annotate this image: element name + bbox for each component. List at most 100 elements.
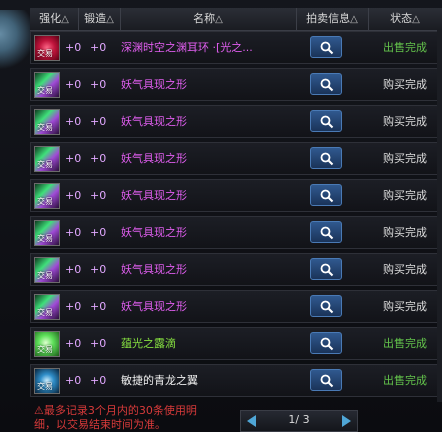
search-button[interactable] (310, 295, 342, 317)
search-button[interactable] (310, 184, 342, 206)
forge-value: +0 (90, 152, 107, 165)
enhance-value: +0 (65, 337, 82, 350)
status-text: 出售完成 (383, 337, 427, 350)
potion-icon[interactable]: 交易 (34, 257, 60, 283)
table-row[interactable]: 交易 +0 +0 妖气具现之形 购买完成 (30, 68, 442, 101)
search-button[interactable] (310, 36, 342, 58)
potion-icon[interactable]: 交易 (34, 294, 60, 320)
sort-triangle-icon: △ (350, 14, 358, 25)
search-button[interactable] (310, 221, 342, 243)
potion-icon[interactable]: 交易 (34, 183, 60, 209)
search-button[interactable] (310, 147, 342, 169)
enhance-value: +0 (65, 115, 82, 128)
header-forge-label: 锻造 (84, 12, 107, 25)
header-enhance[interactable]: 强化△ (30, 8, 79, 30)
search-icon (320, 374, 334, 388)
search-icon (320, 78, 334, 92)
status-text: 购买完成 (383, 300, 427, 313)
footer-note-text: 最多记录3个月内的30条使用明细，以交易结束时间为准。 (34, 404, 197, 431)
search-icon (320, 115, 334, 129)
search-button[interactable] (310, 110, 342, 132)
earring-icon[interactable]: 交易 (34, 35, 60, 61)
status-text: 购买完成 (383, 115, 427, 128)
table-row[interactable]: 交易 +0 +0 敏捷的青龙之翼 出售完成 (30, 364, 442, 397)
table-header: 强化△ 锻造△ 名称△ 拍卖信息△ 状态△ (30, 8, 442, 31)
sort-triangle-icon: △ (412, 14, 420, 25)
forge-value: +0 (90, 115, 107, 128)
item-name[interactable]: 妖气具现之形 (121, 254, 187, 285)
forge-value: +0 (90, 374, 107, 387)
table-row[interactable]: 交易 +0 +0 妖气具现之形 购买完成 (30, 179, 442, 212)
table-row[interactable]: 交易 +0 +0 妖气具现之形 购买完成 (30, 216, 442, 249)
header-name[interactable]: 名称△ (120, 8, 297, 30)
search-button[interactable] (310, 73, 342, 95)
table-row[interactable]: 交易 +0 +0 妖气具现之形 购买完成 (30, 142, 442, 175)
potion-icon[interactable]: 交易 (34, 146, 60, 172)
forge-value: +0 (90, 226, 107, 239)
enhance-value: +0 (65, 152, 82, 165)
wing-icon[interactable]: 交易 (34, 368, 60, 394)
forge-value: +0 (90, 263, 107, 276)
warning-icon: ⚠ (34, 404, 44, 417)
table-row[interactable]: 交易 +0 +0 妖气具现之形 购买完成 (30, 105, 442, 138)
forge-value: +0 (90, 78, 107, 91)
forge-value: +0 (90, 300, 107, 313)
search-button[interactable] (310, 332, 342, 354)
potion-icon[interactable]: 交易 (34, 72, 60, 98)
search-icon (320, 300, 334, 314)
header-status[interactable]: 状态△ (368, 8, 442, 30)
search-button[interactable] (310, 258, 342, 280)
header-enhance-label: 强化 (39, 12, 62, 25)
enhance-value: +0 (65, 226, 82, 239)
search-icon (320, 152, 334, 166)
forge-value: +0 (90, 337, 107, 350)
background-scene (0, 10, 30, 70)
table-row[interactable]: 交易 +0 +0 深渊时空之渊耳环 ·[光之... 出售完成 (30, 31, 442, 64)
item-name[interactable]: 敏捷的青龙之翼 (121, 365, 198, 396)
enhance-value: +0 (65, 263, 82, 276)
status-text: 购买完成 (383, 226, 427, 239)
trade-tag: 交易 (37, 49, 53, 58)
potion-icon[interactable]: 交易 (34, 109, 60, 135)
potion-icon[interactable]: 交易 (34, 220, 60, 246)
status-text: 购买完成 (383, 263, 427, 276)
item-name[interactable]: 妖气具现之形 (121, 143, 187, 174)
table-row[interactable]: 交易 +0 +0 蕴光之露滴 出售完成 (30, 327, 442, 360)
item-name[interactable]: 妖气具现之形 (121, 217, 187, 248)
trade-tag: 交易 (37, 271, 53, 280)
forge-value: +0 (90, 41, 107, 54)
scrollbar[interactable] (437, 30, 442, 402)
header-status-label: 状态 (390, 12, 413, 25)
sort-triangle-icon: △ (106, 14, 114, 25)
status-text: 出售完成 (383, 41, 427, 54)
header-forge[interactable]: 锻造△ (78, 8, 121, 30)
table-row[interactable]: 交易 +0 +0 妖气具现之形 购买完成 (30, 253, 442, 286)
search-icon (320, 337, 334, 351)
enhance-value: +0 (65, 374, 82, 387)
item-name[interactable]: 妖气具现之形 (121, 291, 187, 322)
status-text: 购买完成 (383, 152, 427, 165)
search-icon (320, 226, 334, 240)
trade-tag: 交易 (37, 123, 53, 132)
header-auction-info[interactable]: 拍卖信息△ (296, 8, 369, 30)
dew-icon[interactable]: 交易 (34, 331, 60, 357)
search-button[interactable] (310, 369, 342, 391)
item-name[interactable]: 妖气具现之形 (121, 180, 187, 211)
item-name[interactable]: 妖气具现之形 (121, 106, 187, 137)
trade-tag: 交易 (37, 86, 53, 95)
header-name-label: 名称 (193, 12, 216, 25)
trade-tag: 交易 (37, 197, 53, 206)
enhance-value: +0 (65, 189, 82, 202)
next-page-icon[interactable] (342, 415, 351, 427)
footer-note: ⚠最多记录3个月内的30条使用明细，以交易结束时间为准。 (34, 404, 214, 432)
sort-triangle-icon: △ (61, 14, 69, 25)
header-auction-label: 拍卖信息 (306, 12, 351, 25)
status-text: 购买完成 (383, 189, 427, 202)
item-name[interactable]: 深渊时空之渊耳环 ·[光之... (121, 32, 253, 63)
trade-tag: 交易 (37, 345, 53, 354)
table-row[interactable]: 交易 +0 +0 妖气具现之形 购买完成 (30, 290, 442, 323)
pagination: 1/ 3 (240, 410, 358, 432)
search-icon (320, 41, 334, 55)
item-name[interactable]: 妖气具现之形 (121, 69, 187, 100)
item-name[interactable]: 蕴光之露滴 (121, 328, 176, 359)
